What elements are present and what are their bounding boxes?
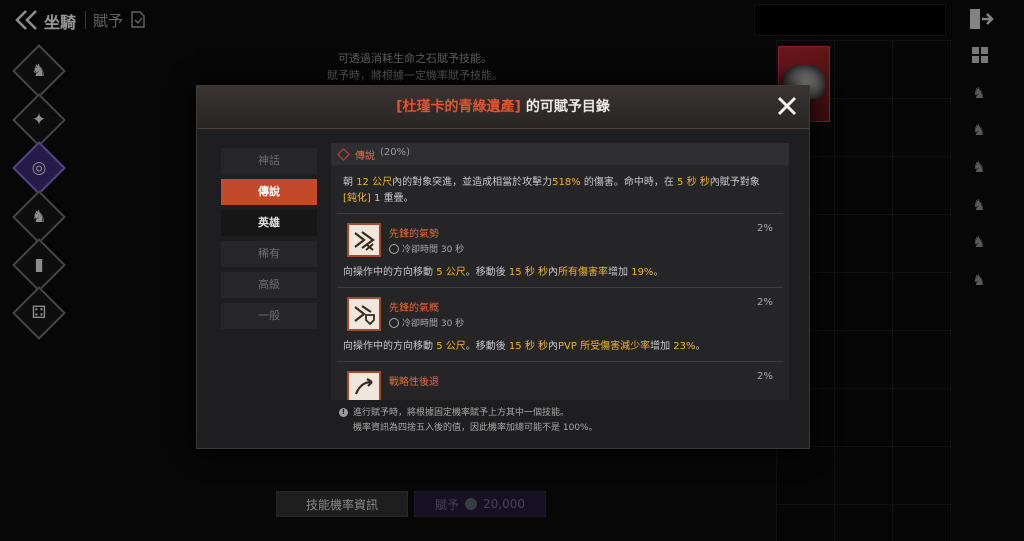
desc-value: 5 公尺: [436, 267, 466, 278]
desc-value: [鈍化]: [343, 193, 371, 204]
desc-value: 12 公尺: [356, 177, 393, 188]
skill-list-panel[interactable]: 傳說 (20%) 朝 12 公尺內的對象突進，並造成相當於攻擊力518% 的傷害…: [331, 143, 789, 400]
skill-cooldown: 冷卻時間 30 秒: [389, 316, 464, 329]
footnote-line: 進行賦予時，將根據固定機率賦予上方其中一個技能。: [353, 408, 570, 418]
skill-name: 先鋒的氣勢: [389, 229, 439, 240]
diamond-icon: [337, 148, 350, 161]
cooldown-text: 冷卻時間 30 秒: [402, 245, 465, 255]
cooldown-text: 冷卻時間 30 秒: [402, 319, 465, 329]
desc-text: 。移動後: [465, 341, 509, 352]
footnote-line: 機率資訊為四捨五入後的值，因此機率加總可能不是 100%。: [353, 423, 598, 433]
grade-description: 朝 12 公尺內的對象突進，並造成相當於攻擊力518% 的傷害。命中時，在 5 …: [343, 175, 779, 207]
skill-percent: 2%: [757, 371, 773, 382]
skill-item: 戰略性後退 2%: [331, 363, 789, 400]
charge-skill-icon: [347, 223, 381, 257]
charge-shield-skill-icon: [347, 297, 381, 331]
desc-value: PVP 所受傷害減少率: [558, 341, 651, 352]
desc-value: 518%: [552, 177, 581, 188]
modal-title: [杜瑾卡的青綠遺產] 的可賦予目錄: [197, 96, 809, 116]
grade-tabs: 神話 傳說 英雄 稀有 高級 一般: [221, 148, 317, 334]
desc-value: 19%: [631, 267, 654, 278]
desc-value: 所有傷害率: [558, 267, 609, 278]
probability-footnote: ! 進行賦予時，將根據固定機率賦予上方其中一個技能。 機率資訊為四捨五入後的值，…: [339, 406, 779, 436]
info-icon: !: [339, 408, 348, 417]
desc-value: 5 秒 秒: [677, 177, 710, 188]
divider: [337, 361, 783, 362]
modal-header: [杜瑾卡的青綠遺產] 的可賦予目錄: [197, 86, 809, 129]
modal-title-text: 的可賦予目錄: [520, 99, 610, 115]
desc-text: 。移動後: [465, 267, 509, 278]
tab-mythic[interactable]: 神話: [221, 148, 317, 174]
desc-text: 。: [695, 341, 706, 352]
desc-value: 15 秒 秒: [508, 267, 549, 278]
desc-text: 向操作中的方向移動: [343, 341, 437, 352]
desc-text: 增加: [608, 267, 632, 278]
skill-item: 先鋒的氣勢 冷卻時間 30 秒 2% 向操作中的方向移動 5 公尺。移動後 15…: [331, 215, 789, 287]
desc-text: 。: [653, 267, 664, 278]
grade-percent: (20%): [380, 147, 411, 158]
desc-text: 內: [548, 341, 559, 352]
close-icon[interactable]: [775, 94, 799, 118]
tab-heroic[interactable]: 英雄: [221, 210, 317, 236]
desc-text: 1 重疊。: [370, 193, 414, 204]
desc-value: 15 秒 秒: [508, 341, 549, 352]
retreat-skill-icon: [347, 371, 381, 400]
skill-name: 戰略性後退: [389, 377, 439, 388]
skill-cooldown: 冷卻時間 30 秒: [389, 242, 464, 255]
clock-icon: [389, 317, 399, 328]
desc-text: 朝: [343, 177, 357, 188]
skill-description: 向操作中的方向移動 5 公尺。移動後 15 秒 秒內PVP 所受傷害減少率增加 …: [343, 337, 706, 352]
skill-percent: 2%: [757, 297, 773, 308]
grantable-list-modal: [杜瑾卡的青綠遺產] 的可賦予目錄 神話 傳說 英雄 稀有 高級 一般 傳說 (…: [196, 85, 810, 449]
desc-value: 5 公尺: [436, 341, 466, 352]
tab-rare[interactable]: 稀有: [221, 241, 317, 267]
desc-text: 的傷害。命中時，在: [580, 177, 678, 188]
desc-text: 內賦予對象: [709, 177, 760, 188]
skill-description: 向操作中的方向移動 5 公尺。移動後 15 秒 秒內所有傷害率增加 19%。: [343, 263, 663, 278]
grade-header: 傳說 (20%): [331, 143, 789, 165]
mount-name: [杜瑾卡的青綠遺產]: [396, 99, 521, 115]
desc-text: 內: [548, 267, 559, 278]
skill-item: 先鋒的氣概 冷卻時間 30 秒 2% 向操作中的方向移動 5 公尺。移動後 15…: [331, 289, 789, 361]
desc-text: 增加: [650, 341, 674, 352]
divider: [337, 213, 783, 214]
grade-name: 傳說: [355, 151, 375, 162]
tab-advanced[interactable]: 高級: [221, 272, 317, 298]
divider: [337, 287, 783, 288]
skill-name: 先鋒的氣概: [389, 303, 439, 314]
desc-value: 23%: [673, 341, 696, 352]
desc-text: 向操作中的方向移動: [343, 267, 437, 278]
clock-icon: [389, 243, 399, 254]
tab-common[interactable]: 一般: [221, 303, 317, 329]
skill-percent: 2%: [757, 223, 773, 234]
desc-text: 內的對象突進，並造成相當於攻擊力: [392, 177, 553, 188]
tab-legendary[interactable]: 傳說: [221, 179, 317, 205]
